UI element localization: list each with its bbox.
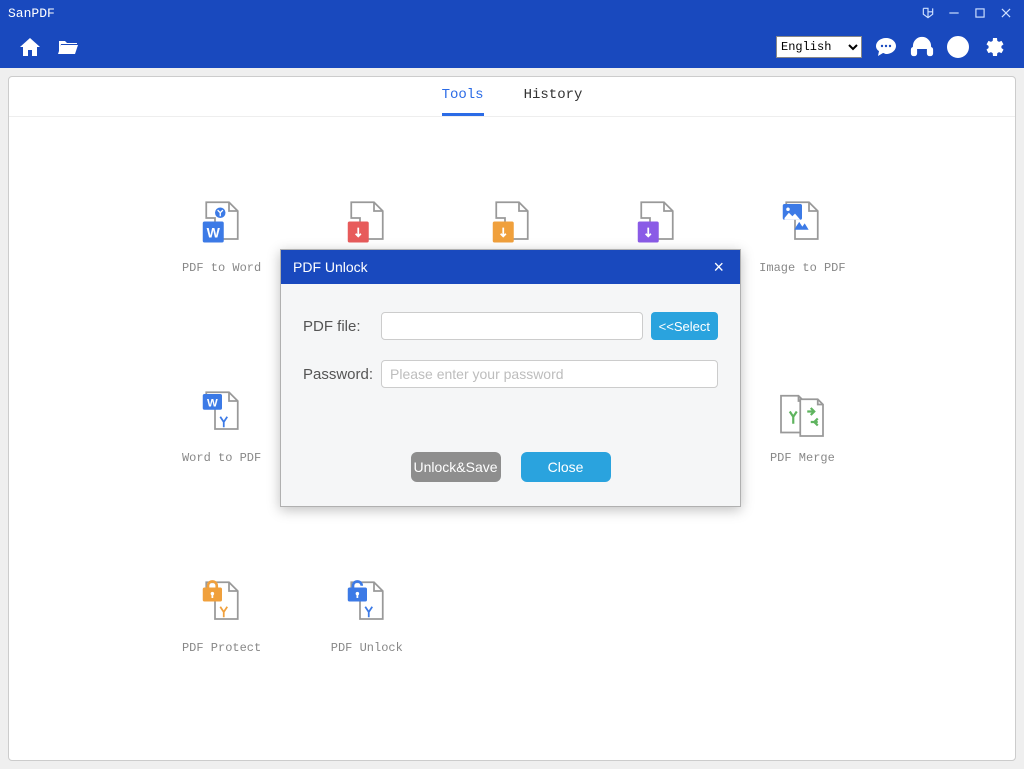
pdf-merge-icon [774,387,830,443]
titlebar: SanPDF [0,0,1024,26]
dialog-close-icon[interactable]: × [709,257,728,278]
tool-label: PDF Unlock [331,641,403,655]
unlock-save-button[interactable]: Unlock&Save [411,452,501,482]
language-select[interactable]: English [776,36,862,58]
settings-icon[interactable] [982,35,1006,59]
open-folder-icon[interactable] [56,35,80,59]
pdf-red-icon [339,197,395,253]
tool-pdf-protect[interactable]: PDF Protect [159,577,284,667]
tab-history[interactable]: History [524,87,583,116]
pdf-to-word-icon: W [194,197,250,253]
minimize-icon[interactable] [944,6,964,21]
tabs: Tools History [9,77,1015,117]
tool-image-to-pdf[interactable]: Image to PDF [740,197,865,287]
select-file-button[interactable]: <<Select [651,312,718,340]
theme-icon[interactable] [918,6,938,21]
feedback-icon[interactable] [874,35,898,59]
file-input[interactable] [381,312,643,340]
pdf-unlock-icon [339,577,395,633]
image-to-pdf-icon [774,197,830,253]
tab-tools[interactable]: Tools [442,87,484,116]
maximize-icon[interactable] [970,6,990,21]
toolbar: English [0,26,1024,68]
home-icon[interactable] [18,35,42,59]
tool-label: PDF to Word [182,261,261,275]
tool-pdf-merge[interactable]: PDF Merge [740,387,865,477]
file-label: PDF file: [303,318,381,335]
word-to-pdf-icon: W [194,387,250,443]
close-button[interactable]: Close [521,452,611,482]
pdf-unlock-dialog: PDF Unlock × PDF file: <<Select Password… [280,249,741,507]
tool-label: PDF Merge [770,451,835,465]
tool-label: Word to PDF [182,451,261,465]
tool-pdf-unlock[interactable]: PDF Unlock [304,577,429,667]
pdf-protect-icon [194,577,250,633]
password-label: Password: [303,366,381,383]
pdf-purple-icon [629,197,685,253]
tool-label: Image to PDF [759,261,845,275]
svg-text:W: W [207,397,218,409]
account-icon[interactable] [946,35,970,59]
password-input[interactable] [381,360,718,388]
close-icon[interactable] [996,6,1016,21]
dialog-header: PDF Unlock × [281,250,740,284]
svg-text:W: W [206,224,220,240]
tool-label: PDF Protect [182,641,261,655]
tool-pdf-to-word[interactable]: W PDF to Word [159,197,284,287]
app-title: SanPDF [8,6,912,21]
support-icon[interactable] [910,35,934,59]
pdf-orange-icon [484,197,540,253]
dialog-title: PDF Unlock [293,259,709,275]
tool-word-to-pdf[interactable]: W Word to PDF [159,387,284,477]
